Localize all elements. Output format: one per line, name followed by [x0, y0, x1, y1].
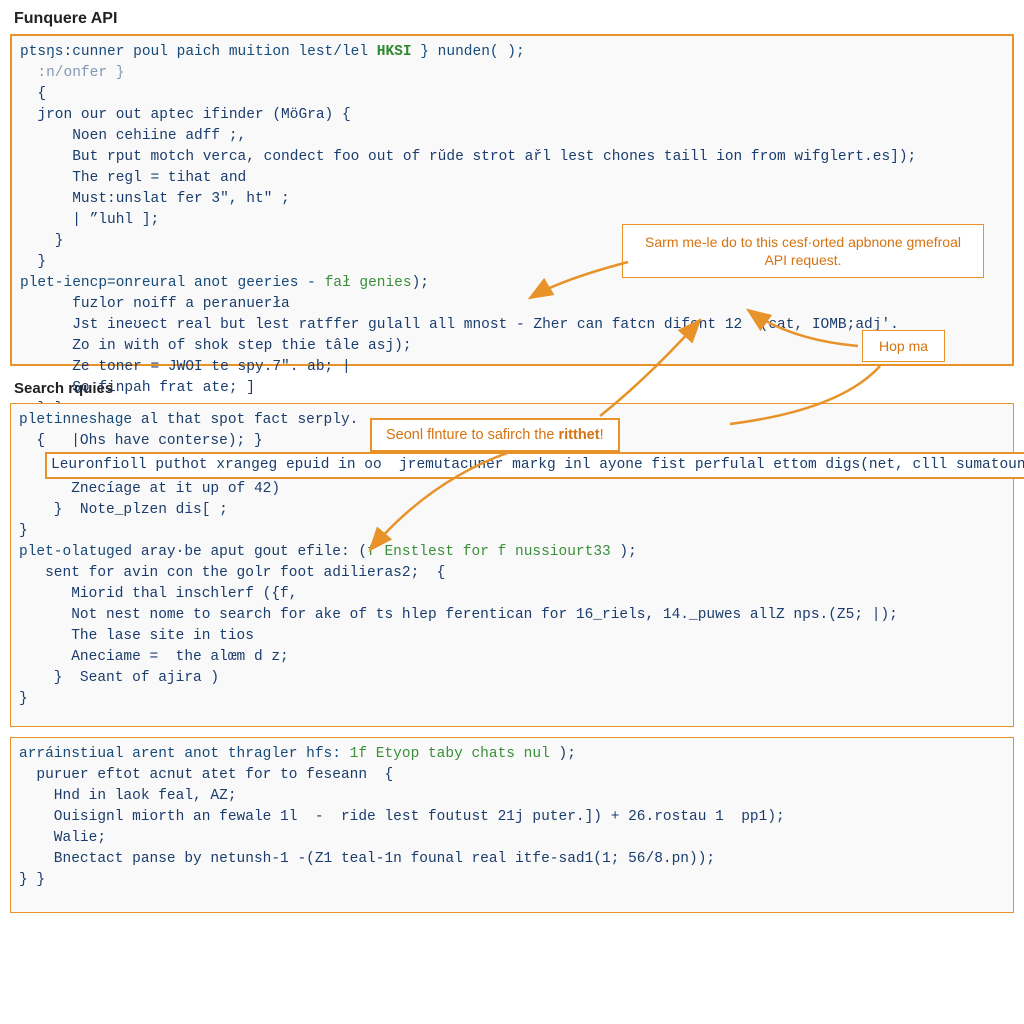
code-block-3: arráinstiual arent anot thragler hfs: 1f… [10, 737, 1014, 913]
code-block-1: ptsŋs:cunner poul paich muition lest/lel… [10, 34, 1014, 366]
annotation-banner: Seonl flnture to safirch the ritthet! [370, 418, 620, 452]
code-content-2: pletinneshaɡe al that spot fact serply. … [19, 410, 1005, 710]
annotation-api-request: Sarm me-le do to this cesf·orted apbnone… [622, 224, 984, 278]
annotation-hop-ma[interactable]: Hop ma [862, 330, 945, 362]
code-content-3: arráinstiual arent anot thragler hfs: 1f… [19, 744, 1005, 891]
highlighted-code-line: Leuronfioll puthot xrangeg epuid in oo j… [45, 452, 1024, 479]
section-title-api: Funquere API [14, 10, 1024, 28]
